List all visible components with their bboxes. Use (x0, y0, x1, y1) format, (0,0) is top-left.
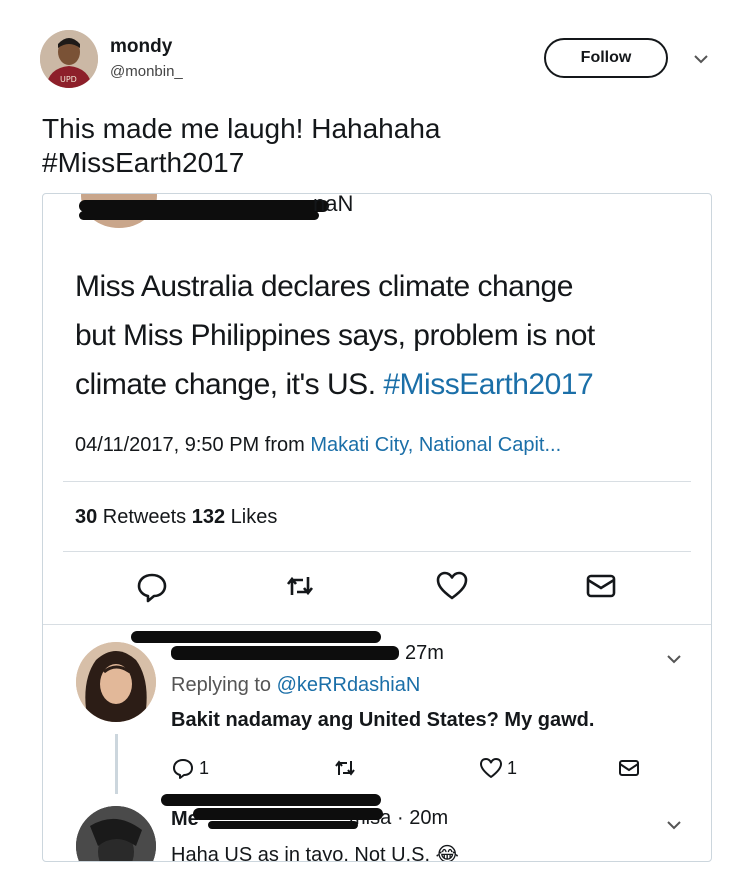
tweet-text: This made me laugh! Hahahaha #MissEarth2… (42, 112, 440, 180)
location-link[interactable]: Makati City, National Capit... (310, 434, 561, 456)
message-action[interactable] (617, 756, 641, 780)
replying-prefix: Replying to (171, 674, 277, 696)
like-icon (480, 758, 502, 778)
redaction-bar (193, 808, 383, 820)
embedded-header-text: naN (313, 193, 354, 216)
redaction-bar (131, 631, 381, 643)
chevron-down-icon[interactable] (692, 50, 710, 68)
embedded-image[interactable]: naN Miss Australia declares climate chan… (42, 193, 712, 862)
redaction-bar (161, 794, 381, 806)
like-icon[interactable] (435, 569, 469, 603)
like-count: 1 (507, 757, 518, 778)
svg-text:UPD: UPD (60, 75, 77, 84)
author-avatar[interactable]: UPD (40, 30, 98, 88)
redaction-bar (79, 211, 319, 220)
follow-button[interactable]: Follow (544, 38, 668, 78)
retweets-count[interactable]: 30 (75, 506, 97, 528)
reply-action[interactable]: 1 (171, 756, 209, 780)
message-icon[interactable] (584, 569, 618, 603)
chevron-down-icon[interactable] (665, 816, 683, 834)
reply-icon (173, 759, 193, 779)
like-action[interactable]: 1 (479, 756, 517, 780)
reply-count: 1 (199, 757, 210, 778)
tweet-hashtag[interactable]: #MissEarth2017 (42, 146, 440, 180)
replying-handle[interactable]: @keRRdashiaN (277, 674, 421, 696)
reply-actions: 1 1 (171, 756, 691, 786)
engagement-stats: 30 Retweets 132 Likes (75, 506, 277, 529)
embedded-text-line: climate change, it's US. #MissEarth2017 (75, 360, 675, 409)
tweet-actions (43, 569, 711, 609)
embedded-text-line: but Miss Philippines says, problem is no… (75, 319, 595, 352)
reply-text: Haha US as in tayo. Not U.S. 😂 (171, 844, 459, 862)
chevron-down-icon[interactable] (665, 650, 683, 668)
thread-line (115, 734, 118, 794)
timestamp-text: 04/11/2017, 9:50 PM from (75, 434, 311, 456)
reply-avatar[interactable] (76, 642, 156, 722)
author-name[interactable]: mondy (110, 36, 172, 58)
divider (43, 624, 711, 625)
reply-icon[interactable] (135, 569, 169, 603)
reply-text: Bakit nadamay ang United States? My gawd… (171, 709, 595, 731)
redaction-bar (208, 821, 358, 829)
embedded-text-line: Miss Australia declares climate change (75, 270, 573, 303)
likes-count[interactable]: 132 (192, 506, 225, 528)
redaction-bar (171, 646, 399, 660)
author-handle[interactable]: @monbin_ (110, 63, 183, 80)
embedded-text-plain: climate change, it's US. (75, 368, 384, 401)
retweets-label: Retweets (97, 506, 192, 528)
reply-time: 27m (405, 642, 444, 664)
reply-time: · 20m (397, 807, 449, 829)
message-icon (619, 760, 639, 776)
retweet-icon (335, 760, 355, 776)
likes-label: Likes (225, 506, 278, 528)
replying-to: Replying to @keRRdashiaN (171, 674, 420, 697)
tweet-text-line: This made me laugh! Hahahaha (42, 113, 441, 144)
retweet-icon[interactable] (283, 569, 317, 603)
retweet-action[interactable] (333, 756, 357, 780)
embedded-hashtag[interactable]: #MissEarth2017 (383, 368, 593, 401)
divider (63, 551, 691, 552)
embedded-tweet-text: Miss Australia declares climate change b… (75, 262, 675, 409)
embedded-timestamp: 04/11/2017, 9:50 PM from Makati City, Na… (75, 434, 561, 457)
reply-avatar[interactable] (76, 806, 156, 861)
divider (63, 481, 691, 482)
